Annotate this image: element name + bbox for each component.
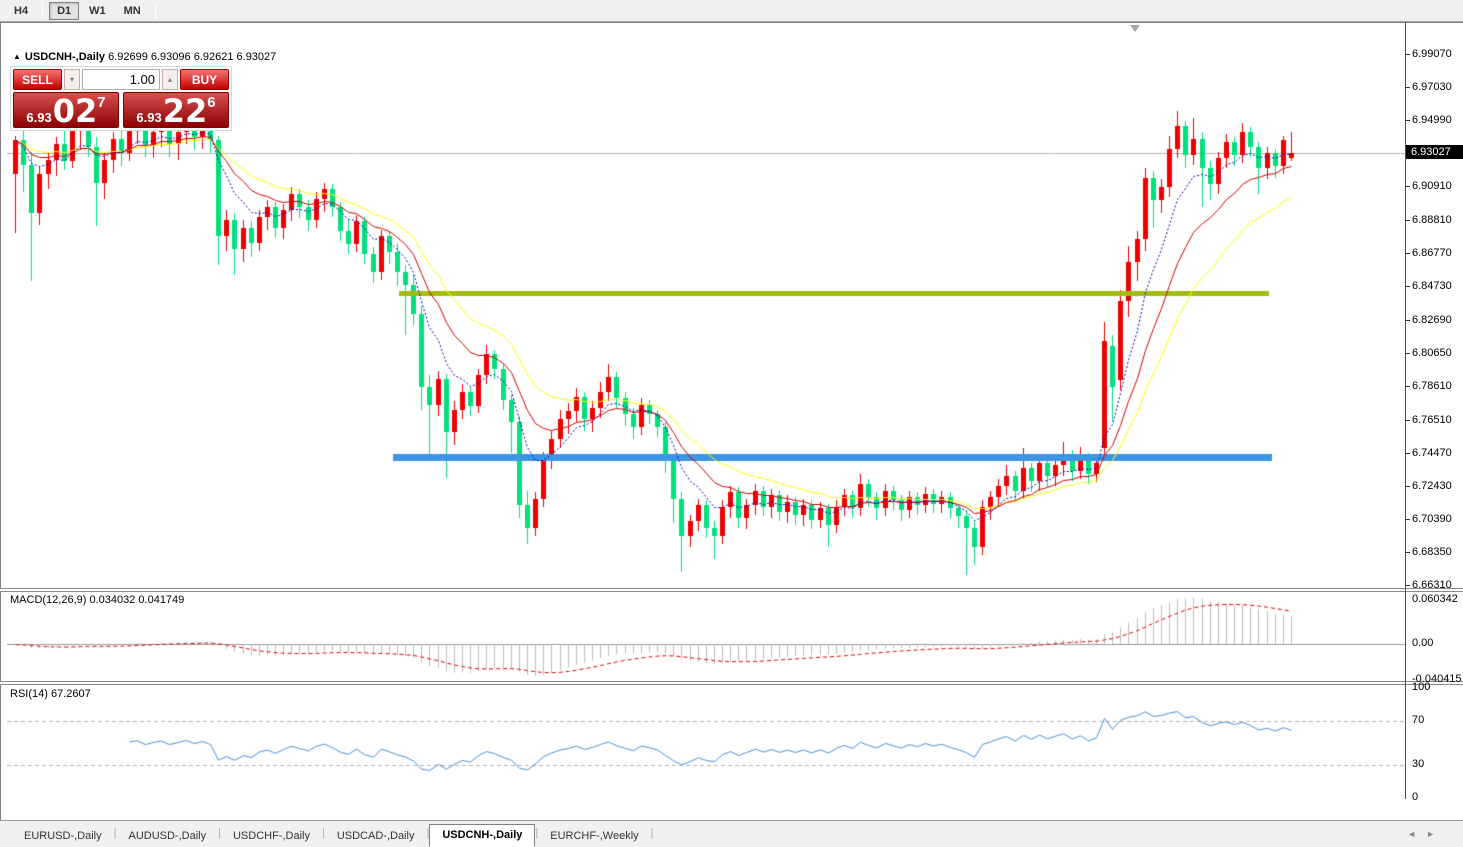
- price-tick-label: 6.94990: [1412, 114, 1452, 126]
- current-price-tag: 6.93027: [1406, 145, 1463, 159]
- timeframe-button-w1[interactable]: W1: [81, 2, 114, 20]
- buy-price-button[interactable]: 6.93 22 6: [123, 92, 229, 128]
- chart-shift-marker-icon[interactable]: [1130, 25, 1140, 32]
- price-tick-mark: [1405, 186, 1410, 187]
- chart-tab-bar: EURUSD-,Daily | AUDUSD-,Daily | USDCHF-,Dail…: [0, 820, 1463, 847]
- chart-tab-eurchf[interactable]: EURCHF-,Weekly: [538, 826, 650, 847]
- price-tick-mark: [1405, 220, 1410, 221]
- terminal-window: H4 D1 W1 MN ▲ USDCNH-,Daily 6.92699 6.93096 …: [0, 0, 1463, 847]
- price-tick-label: 6.70390: [1412, 513, 1452, 525]
- pane-splitter-macd[interactable]: [0, 588, 1463, 592]
- chart-window: ▲ USDCNH-,Daily 6.92699 6.93096 6.92621 6…: [0, 22, 1463, 821]
- toolbar-separator: [42, 2, 44, 19]
- price-tick-mark: [1405, 453, 1410, 454]
- one-click-collapse-icon[interactable]: ▲: [13, 52, 21, 61]
- macd-axis-label: 0.060342: [1412, 593, 1458, 605]
- rsi-axis-label: 0: [1412, 791, 1419, 803]
- price-tick-label: 6.76510: [1412, 414, 1452, 426]
- price-axis-border: [1405, 22, 1406, 799]
- chart-tab-usdcnh[interactable]: USDCNH-,Daily: [429, 824, 536, 847]
- sell-price-button[interactable]: 6.93 02 7: [13, 92, 119, 128]
- price-tick-mark: [1405, 386, 1410, 387]
- rsi-axis-label: 100: [1412, 681, 1431, 693]
- price-tick-label: 6.86770: [1412, 247, 1452, 259]
- price-tick-mark: [1405, 286, 1410, 287]
- price-tick-label: 6.90910: [1412, 180, 1452, 192]
- rsi-indicator-label: RSI(14) 67.2607: [10, 688, 91, 700]
- price-tick-label: 6.66310: [1412, 579, 1452, 591]
- chart-tab-usdchf[interactable]: USDCHF-,Daily: [221, 826, 322, 847]
- chart-symbol-title: USDCNH-,Daily: [24, 51, 105, 63]
- sell-price-prefix: 6.93: [26, 110, 52, 125]
- pane-splitter-rsi[interactable]: [0, 681, 1463, 685]
- buy-price-sup: 6: [207, 94, 216, 111]
- price-tick-mark: [1405, 120, 1410, 121]
- price-tick-label: 6.97030: [1412, 81, 1452, 93]
- price-tick-mark: [1405, 87, 1410, 88]
- timeframe-button-d1[interactable]: D1: [49, 1, 80, 20]
- price-tick-mark: [1405, 585, 1410, 586]
- timeframe-button-h4[interactable]: H4: [6, 2, 36, 20]
- macd-indicator-label: MACD(12,26,9) 0.034032 0.041749: [10, 594, 185, 606]
- price-tick-mark: [1405, 253, 1410, 254]
- rsi-axis-label: 70: [1412, 714, 1425, 726]
- price-tick-mark: [1405, 353, 1410, 354]
- chart-canvas[interactable]: [1, 23, 1463, 821]
- tab-scroll-right-icon[interactable]: ►: [1426, 829, 1445, 839]
- price-tick-label: 6.88810: [1412, 214, 1452, 226]
- price-tick-label: 6.82690: [1412, 314, 1452, 326]
- tab-separator: |: [650, 827, 654, 839]
- chart-ohlc-values: 6.92699 6.93096 6.92621 6.93027: [108, 51, 277, 63]
- price-tick-label: 6.72430: [1412, 480, 1452, 492]
- timeframe-toolbar: H4 D1 W1 MN: [0, 0, 1463, 22]
- chart-tab-usdcad[interactable]: USDCAD-,Daily: [325, 826, 427, 847]
- chart-tab-audusd[interactable]: AUDUSD-,Daily: [116, 826, 218, 847]
- buy-price-prefix: 6.93: [136, 110, 162, 125]
- volume-decrease-button[interactable]: ▾: [64, 69, 80, 90]
- sell-price-main: 02: [52, 92, 98, 130]
- sell-button[interactable]: SELL: [13, 69, 62, 90]
- buy-price-main: 22: [162, 92, 208, 130]
- price-tick-label: 6.80650: [1412, 347, 1452, 359]
- price-tick-label: 6.74470: [1412, 447, 1452, 459]
- price-tick-mark: [1405, 54, 1410, 55]
- price-tick-mark: [1405, 486, 1410, 487]
- price-tick-mark: [1405, 552, 1410, 553]
- tab-scroll-arrows[interactable]: ◄►: [1407, 829, 1445, 839]
- macd-axis-label: 0.00: [1412, 637, 1434, 650]
- price-tick-label: 6.68350: [1412, 546, 1452, 558]
- volume-input[interactable]: [82, 69, 160, 90]
- volume-increase-button[interactable]: ▴: [162, 69, 178, 90]
- price-tick-label: 6.84730: [1412, 280, 1452, 292]
- toolbar-separator: [154, 2, 156, 19]
- price-tick-label: 6.99070: [1412, 48, 1452, 60]
- price-tick-mark: [1405, 320, 1410, 321]
- chart-title-bar: ▲ USDCNH-,Daily 6.92699 6.93096 6.92621 6…: [13, 51, 276, 63]
- chart-tab-eurusd[interactable]: EURUSD-,Daily: [12, 826, 114, 847]
- sell-price-sup: 7: [97, 94, 106, 111]
- price-tick-mark: [1405, 519, 1410, 520]
- buy-button[interactable]: BUY: [180, 69, 229, 90]
- one-click-trading-panel: SELL ▾ ▴ BUY 6.93 02 7 6.93 22 6: [10, 66, 232, 131]
- price-tick-label: 6.78610: [1412, 380, 1452, 392]
- rsi-axis-label: 30: [1412, 758, 1425, 770]
- timeframe-button-mn[interactable]: MN: [116, 2, 149, 20]
- price-tick-mark: [1405, 420, 1410, 421]
- tab-scroll-left-icon[interactable]: ◄: [1407, 829, 1426, 839]
